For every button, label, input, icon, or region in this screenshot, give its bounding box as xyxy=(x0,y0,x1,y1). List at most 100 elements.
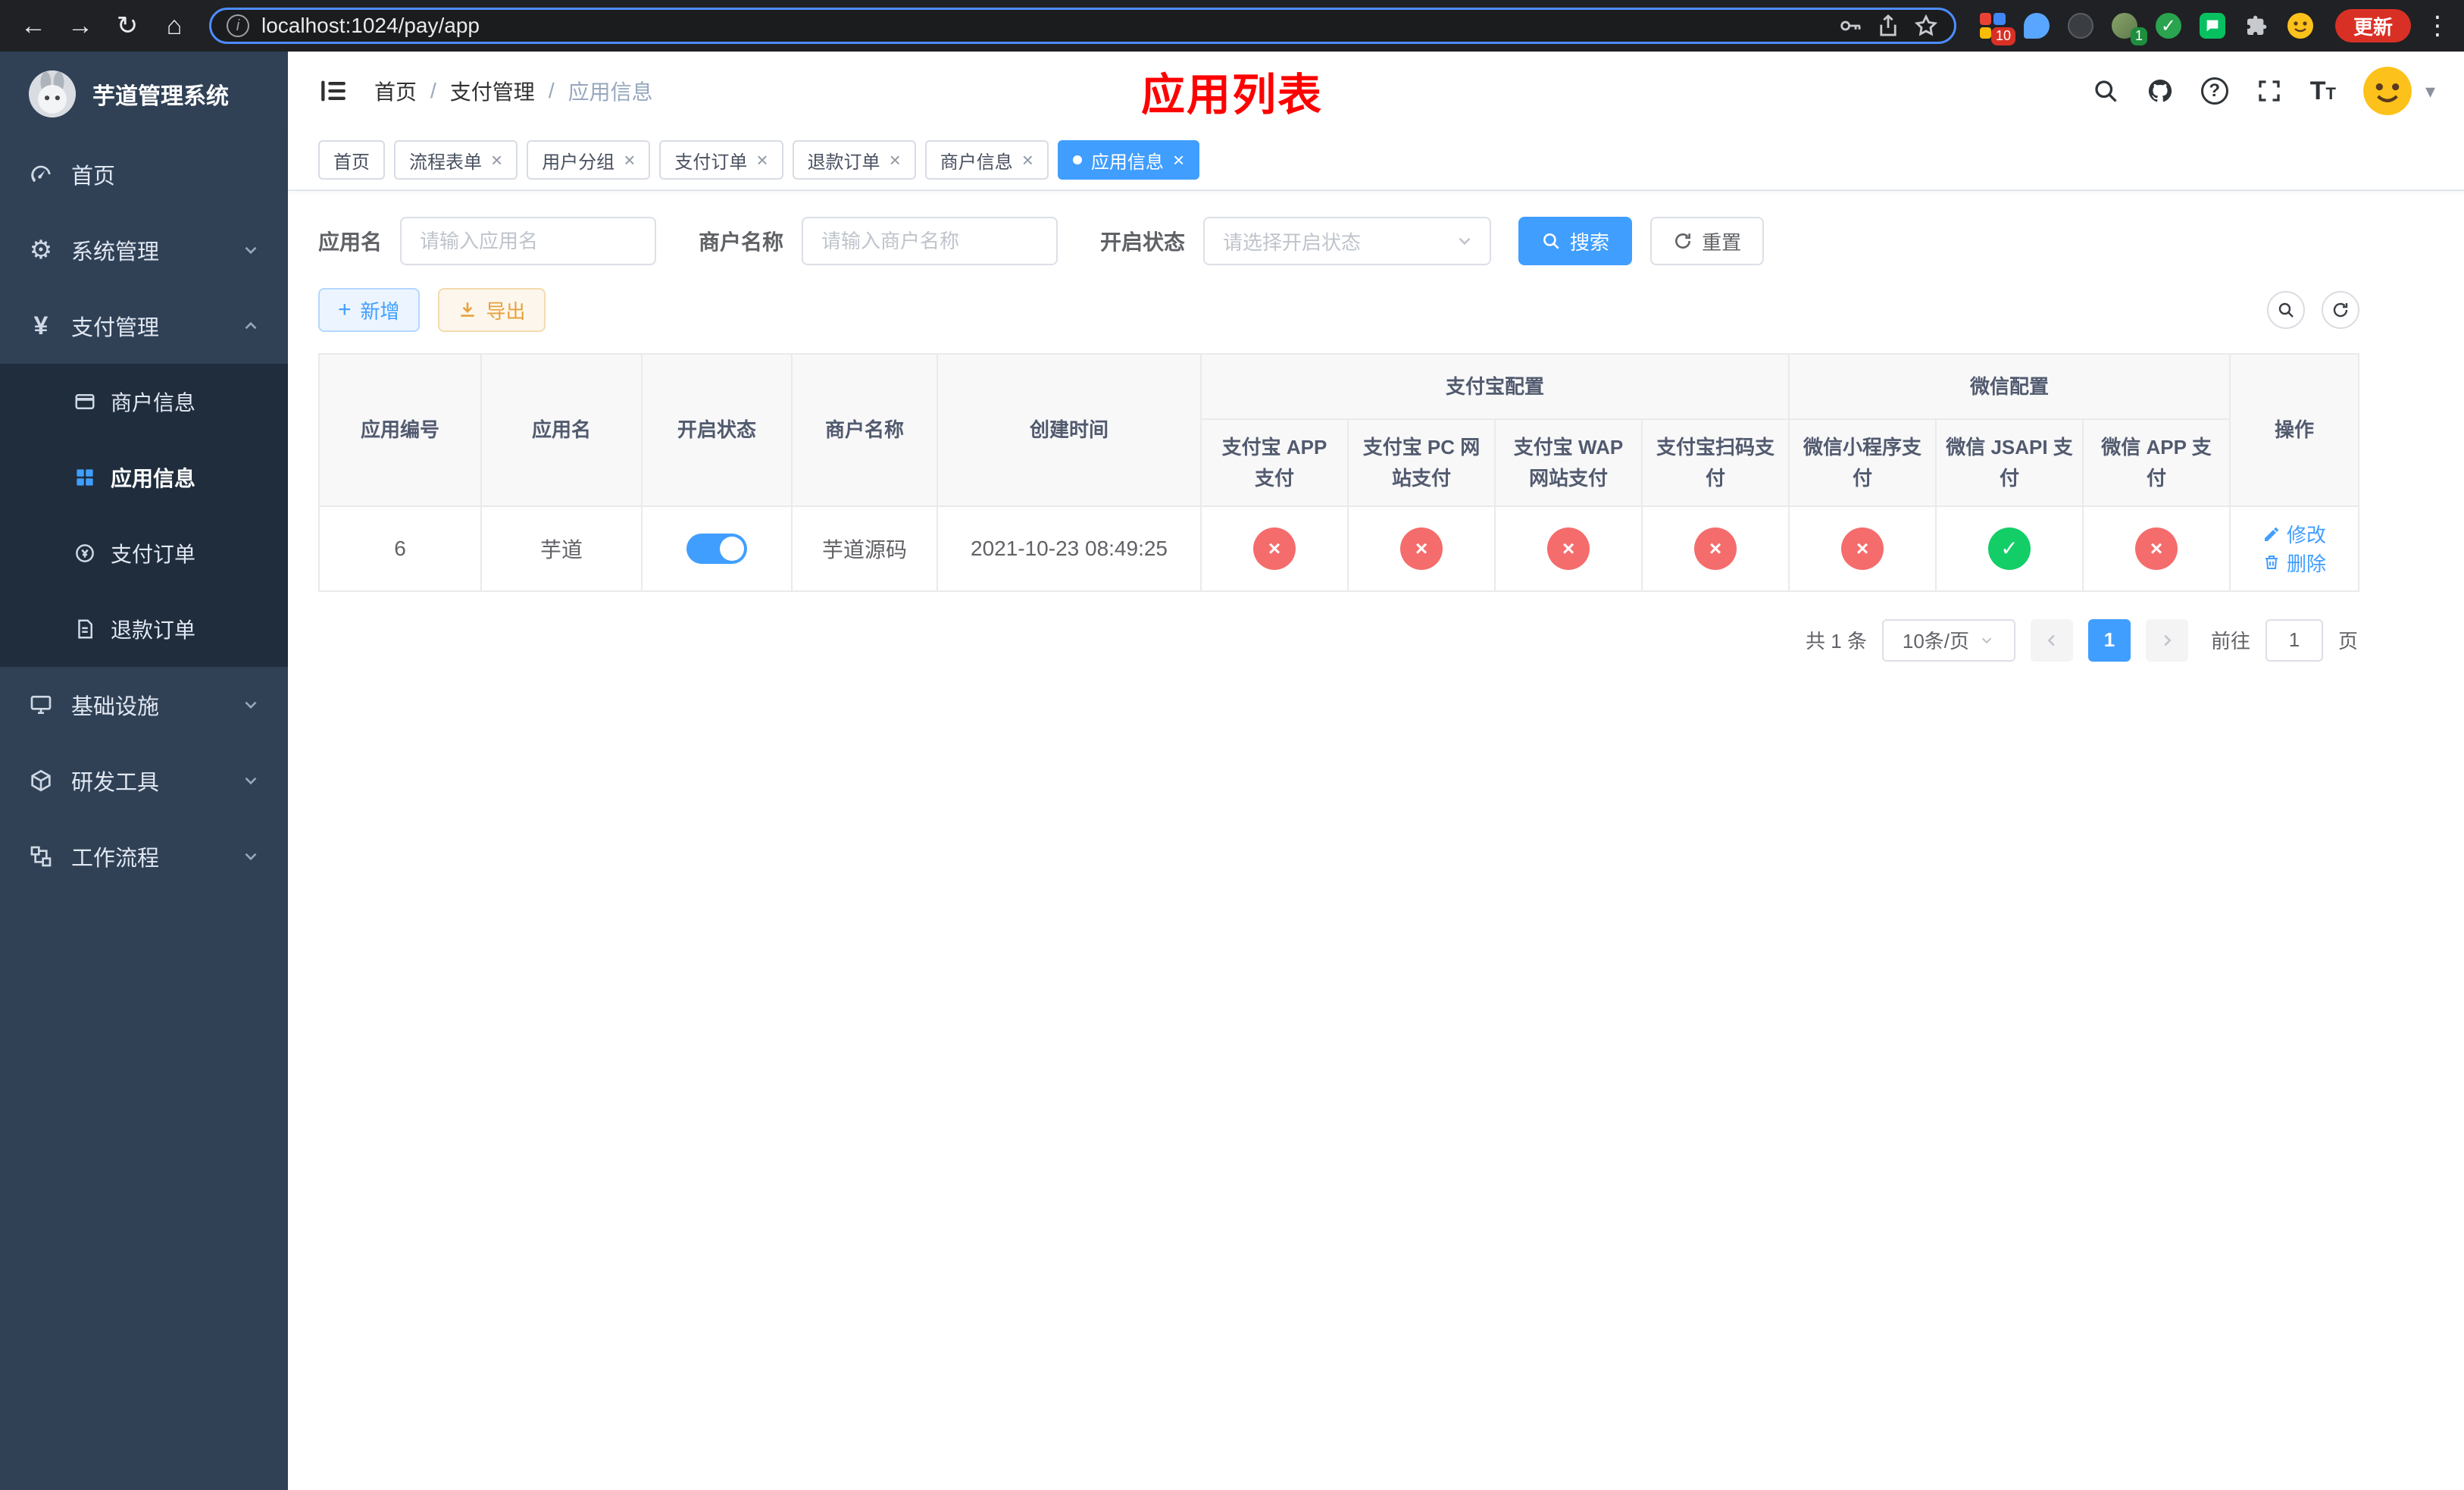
refresh-table-button[interactable] xyxy=(2322,291,2360,329)
reset-button[interactable]: 重置 xyxy=(1650,217,1765,265)
breadcrumb: 首页 / 支付管理 / 应用信息 xyxy=(374,76,653,106)
close-icon[interactable]: × xyxy=(624,150,635,170)
chevron-down-icon xyxy=(245,701,257,709)
trash-icon xyxy=(2265,556,2278,570)
close-icon[interactable]: × xyxy=(1022,150,1033,170)
column-header-status: 开启状态 xyxy=(641,353,793,507)
tab-payment-orders[interactable]: 支付订单 × xyxy=(659,140,783,180)
extension-avatar-icon[interactable]: 1 xyxy=(2108,9,2147,45)
status-toggle[interactable] xyxy=(686,533,747,564)
download-icon xyxy=(460,302,474,317)
close-icon[interactable]: × xyxy=(1173,150,1184,170)
sidebar-item-system[interactable]: ⚙ 系统管理 xyxy=(0,212,288,288)
site-info-icon[interactable]: i xyxy=(227,14,249,37)
tab-process-form[interactable]: 流程表单 × xyxy=(394,140,518,180)
sidebar-item-payment[interactable]: ¥ 支付管理 xyxy=(0,288,288,364)
edit-icon xyxy=(2265,527,2279,541)
fullscreen-icon[interactable] xyxy=(2256,77,2283,105)
github-icon[interactable] xyxy=(2147,77,2174,105)
share-icon[interactable] xyxy=(1875,13,1901,39)
status-cross-icon: × xyxy=(1400,527,1443,570)
chevron-down-icon xyxy=(245,777,257,785)
export-button[interactable]: 导出 xyxy=(437,288,546,332)
status-cross-icon: × xyxy=(1547,527,1590,570)
extension-badge: 1 xyxy=(2130,27,2147,45)
extension-check-icon[interactable]: ✓ xyxy=(2152,9,2185,42)
column-header: 支付宝 APP 支付 xyxy=(1200,418,1349,507)
toggle-search-button[interactable] xyxy=(2267,291,2306,329)
breadcrumb-payment[interactable]: 支付管理 xyxy=(450,76,535,106)
browser-update-button[interactable]: 更新 xyxy=(2334,9,2411,42)
chevron-down-icon xyxy=(245,246,257,255)
home-button[interactable]: ⌂ xyxy=(155,6,194,45)
caret-down-icon[interactable]: ▾ xyxy=(2425,80,2435,103)
column-header: 支付宝 PC 网站支付 xyxy=(1347,418,1496,507)
column-header: 微信 APP 支付 xyxy=(2082,418,2231,507)
tab-home[interactable]: 首页 xyxy=(318,140,385,180)
extension-grid-icon[interactable]: 10 xyxy=(1976,9,2015,45)
forward-button[interactable]: → xyxy=(61,6,100,45)
sidebar-item-workflow[interactable]: 工作流程 xyxy=(0,819,288,894)
status-cross-icon: × xyxy=(1694,527,1737,570)
column-header: 支付宝扫码支付 xyxy=(1640,418,1790,507)
sidebar-item-infrastructure[interactable]: 基础设施 xyxy=(0,667,288,743)
search-icon xyxy=(1543,233,1559,249)
app-name-input[interactable] xyxy=(400,217,657,265)
edit-link[interactable]: 修改 xyxy=(2262,520,2326,548)
sidebar-item-home[interactable]: 首页 xyxy=(0,136,288,212)
sidebar-item-refund-orders[interactable]: 退款订单 xyxy=(0,591,288,667)
tab-user-group[interactable]: 用户分组 × xyxy=(527,140,651,180)
search-icon[interactable] xyxy=(2092,77,2119,105)
chevron-up-icon xyxy=(245,321,257,330)
goto-page-input[interactable] xyxy=(2265,618,2323,662)
status-label: 开启状态 xyxy=(1100,230,1186,254)
status-select[interactable]: 请选择开启状态 xyxy=(1203,217,1492,265)
chevron-right-icon xyxy=(2164,634,2172,646)
extension-drop-icon[interactable] xyxy=(2020,9,2053,42)
collapse-sidebar-icon[interactable] xyxy=(318,76,349,106)
add-button[interactable]: + 新增 xyxy=(318,288,420,332)
close-icon[interactable]: × xyxy=(756,150,768,170)
sidebar-item-merchant-info[interactable]: 商户信息 xyxy=(0,364,288,440)
toolbox-icon xyxy=(27,767,55,794)
page-number-1[interactable]: 1 xyxy=(2087,618,2131,662)
page-size-select[interactable]: 10条/页 xyxy=(1881,618,2015,662)
extension-dark-icon[interactable] xyxy=(2064,9,2097,42)
key-icon[interactable] xyxy=(1837,13,1863,39)
breadcrumb-home[interactable]: 首页 xyxy=(374,76,417,106)
sidebar: 芋道管理系统 首页 ⚙ 系统管理 ¥ 支付管理 商户信息 应用信息 支付订单 退… xyxy=(0,52,288,1490)
sidebar-item-payment-orders[interactable]: 支付订单 xyxy=(0,515,288,591)
bookmark-star-icon[interactable] xyxy=(1913,13,1939,39)
prev-page-button[interactable] xyxy=(2030,618,2073,662)
sidebar-item-app-info[interactable]: 应用信息 xyxy=(0,440,288,515)
extension-chat-icon[interactable] xyxy=(2196,9,2229,42)
profile-avatar-icon[interactable] xyxy=(2284,9,2317,42)
help-icon[interactable]: ? xyxy=(2200,77,2228,105)
extensions-puzzle-icon[interactable] xyxy=(2240,9,2273,42)
close-icon[interactable]: × xyxy=(491,150,502,170)
total-count: 共 1 条 xyxy=(1806,630,1867,653)
chevron-left-icon xyxy=(2047,634,2055,646)
column-group-alipay: 支付宝配置 xyxy=(1199,352,1790,421)
next-page-button[interactable] xyxy=(2145,618,2188,662)
column-header: 支付宝 WAP 网站支付 xyxy=(1494,418,1643,507)
font-size-icon[interactable]: TT xyxy=(2310,77,2336,106)
browser-toolbar: ← → ↻ ⌂ i localhost:1024/pay/app 10 1 ✓ xyxy=(0,0,2464,52)
tab-refund-orders[interactable]: 退款订单 × xyxy=(792,140,916,180)
reload-button[interactable]: ↻ xyxy=(108,6,147,45)
search-button[interactable]: 搜索 xyxy=(1518,217,1633,265)
address-bar[interactable]: i localhost:1024/pay/app xyxy=(209,8,1956,44)
sidebar-item-dev-tools[interactable]: 研发工具 xyxy=(0,743,288,819)
user-avatar[interactable] xyxy=(2362,67,2412,115)
close-icon[interactable]: × xyxy=(890,150,901,170)
tab-merchant-info[interactable]: 商户信息 × xyxy=(924,140,1049,180)
page-body: 应用名 商户名称 开启状态 请选择开启状态 搜索 xyxy=(288,191,2464,662)
tab-app-info[interactable]: 应用信息 × xyxy=(1057,140,1200,180)
search-icon xyxy=(2278,302,2294,318)
cell-created: 2021-10-23 08:49:25 xyxy=(937,505,1202,592)
merchant-name-input[interactable] xyxy=(802,217,1058,265)
back-button[interactable]: ← xyxy=(14,6,53,45)
browser-menu-icon[interactable]: ⋮ xyxy=(2425,11,2450,41)
delete-link[interactable]: 删除 xyxy=(2262,549,2326,577)
logo-avatar xyxy=(29,70,76,117)
